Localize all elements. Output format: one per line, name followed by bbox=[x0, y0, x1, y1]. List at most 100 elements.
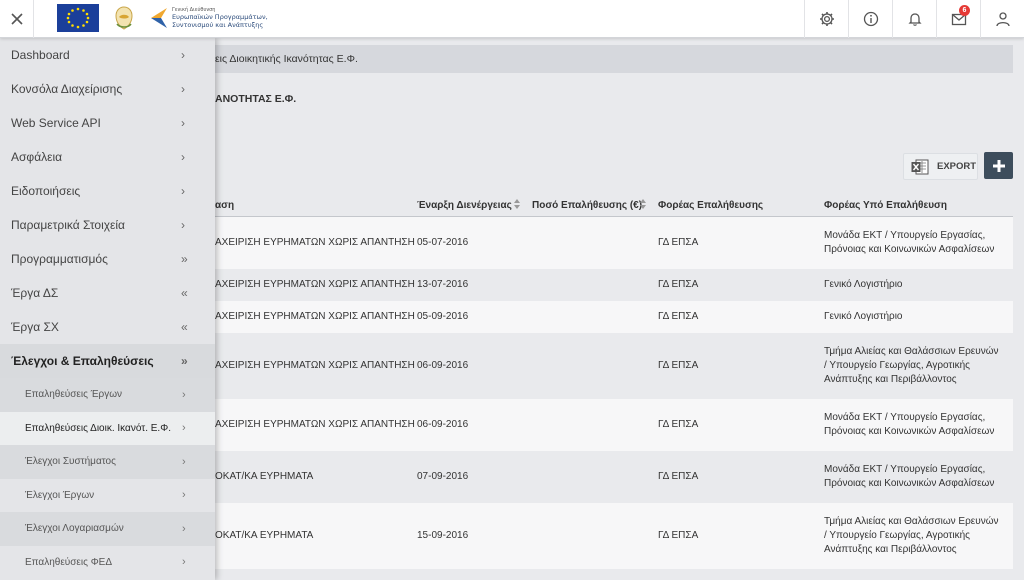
column-header-status[interactable]: αση bbox=[215, 200, 234, 211]
column-header-verifier[interactable]: Φορέας Επαλήθευσης bbox=[658, 200, 763, 211]
sidebar-item[interactable]: Προγραμματισμός » bbox=[0, 242, 215, 276]
export-button[interactable]: EXPORT bbox=[903, 153, 978, 180]
info-button[interactable] bbox=[848, 0, 892, 38]
table-header: αση Έναρξη Διενέργειας Ποσό Επαλήθευσης … bbox=[200, 193, 1013, 217]
sidebar-subitem-label: Επαληθεύσεις ΦΕΔ bbox=[25, 556, 113, 568]
cell-status: ΑΧΕΙΡΙΣΗ ΕΥΡΗΜΑΤΩΝ ΧΩΡΙΣ ΑΠΑΝΤΗΣΗ bbox=[215, 237, 415, 248]
sidebar-item-label: Έλεγχοι & Επαληθεύσεις bbox=[11, 354, 154, 368]
table-row[interactable]: ΑΧΕΙΡΙΣΗ ΕΥΡΗΜΑΤΩΝ ΧΩΡΙΣ ΑΠΑΝΤΗΣΗ 05-09-2… bbox=[200, 301, 1013, 333]
sidebar-subitem-label: Επαληθεύσεις Διοικ. Ικανότ. Ε.Φ. bbox=[25, 422, 171, 434]
sidebar-item-label: Έργα ΣΧ bbox=[11, 320, 59, 334]
sidebar-item[interactable]: Ασφάλεια › bbox=[0, 140, 215, 174]
sidebar-item[interactable]: Έλεγχοι & Επαληθεύσεις » bbox=[0, 344, 215, 378]
cell-verified-body: Μονάδα ΕΚΤ / Υπουργείο Εργασίας, Πρόνοια… bbox=[824, 464, 995, 489]
cell-verifier: ΓΔ ΕΠΣΑ bbox=[658, 311, 699, 322]
cell-status: ΑΧΕΙΡΙΣΗ ΕΥΡΗΜΑΤΩΝ ΧΩΡΙΣ ΑΠΑΝΤΗΣΗ bbox=[215, 279, 415, 290]
cell-verifier: ΓΔ ΕΠΣΑ bbox=[658, 237, 699, 248]
bell-icon bbox=[907, 13, 922, 26]
cell-start-date: 06-09-2016 bbox=[417, 360, 469, 371]
table-row[interactable]: ΟΚΑΤ/ΚΑ ΕΥΡΗΜΑΤΑ 15-09-2016 ΓΔ ΕΠΣΑ Τμήμα Α… bbox=[200, 503, 1013, 569]
chevron-right-icon: › bbox=[182, 556, 186, 569]
cell-verifier: ΓΔ ΕΠΣΑ bbox=[658, 360, 699, 371]
sidebar-subitem[interactable]: Έλεγχοι Έργων › bbox=[0, 479, 215, 513]
chevron-right-icon: › bbox=[182, 388, 186, 401]
table-body: ΑΧΕΙΡΙΣΗ ΕΥΡΗΜΑΤΩΝ ΧΩΡΙΣ ΑΠΑΝΤΗΣΗ 05-07-2… bbox=[200, 217, 1013, 569]
cell-start-date: 05-07-2016 bbox=[417, 237, 469, 248]
cell-verified-body: Μονάδα ΕΚΤ / Υπουργείο Εργασίας, Πρόνοια… bbox=[824, 412, 995, 437]
sidebar-item[interactable]: Dashboard › bbox=[0, 38, 215, 72]
sidebar-subitem-label: Έλεγχοι Έργων bbox=[25, 489, 95, 501]
user-icon bbox=[995, 12, 1010, 27]
plus-icon bbox=[992, 159, 1005, 172]
sidebar-item-label: Έργα ΔΣ bbox=[11, 286, 59, 300]
excel-icon bbox=[911, 159, 929, 174]
cell-start-date: 07-09-2016 bbox=[417, 471, 469, 482]
sidebar-menu: Dashboard › Κονσόλα Διαχείρισης › Web Servic… bbox=[0, 38, 215, 580]
cell-verified-body: Μονάδα ΕΚΤ / Υπουργείο Εργασίας, Πρόνοια… bbox=[824, 230, 995, 255]
sort-icon[interactable] bbox=[640, 199, 646, 209]
column-header-start-date[interactable]: Έναρξη Διενέργειας bbox=[417, 200, 512, 211]
cell-status: ΟΚΑΤ/ΚΑ ΕΥΡΗΜΑΤΑ bbox=[215, 530, 314, 541]
chevron-icon: « bbox=[181, 320, 188, 334]
chevron-icon: › bbox=[181, 116, 185, 130]
cell-status: ΑΧΕΙΡΙΣΗ ΕΥΡΗΜΑΤΩΝ ΧΩΡΙΣ ΑΠΑΝΤΗΣΗ bbox=[215, 419, 415, 430]
breadcrumb: εις Διοικητικής Ικανότητας Ε.Φ. bbox=[200, 45, 1013, 73]
logos: Γενική Διεύθυνση Ευρωπαϊκών Προγραμμάτων… bbox=[57, 3, 268, 33]
cell-verified-body: Γενικό Λογιστήριο bbox=[824, 311, 903, 322]
chevron-right-icon: › bbox=[182, 489, 186, 502]
cell-status: ΟΚΑΤ/ΚΑ ΕΥΡΗΜΑΤΑ bbox=[215, 471, 314, 482]
table-row[interactable]: ΟΚΑΤ/ΚΑ ΕΥΡΗΜΑΤΑ 07-09-2016 ΓΔ ΕΠΣΑ Μονάδα … bbox=[200, 451, 1013, 503]
chevron-icon: » bbox=[181, 252, 188, 266]
sidebar-subitem-label: Έλεγχοι Συστήματος bbox=[25, 456, 116, 468]
close-menu-button[interactable] bbox=[0, 0, 34, 38]
user-profile-button[interactable] bbox=[980, 0, 1024, 38]
sidebar-subitem[interactable]: Επαληθεύσεις Διοικ. Ικανότ. Ε.Φ. › bbox=[0, 411, 215, 445]
column-header-amount[interactable]: Ποσό Επαλήθευσης (€) bbox=[532, 200, 642, 211]
chevron-icon: › bbox=[181, 82, 185, 96]
sidebar-item-label: Dashboard bbox=[11, 48, 70, 62]
column-header-verified-body[interactable]: Φορέας Υπό Επαλήθευση bbox=[824, 200, 947, 211]
sidebar-item[interactable]: Web Service API › bbox=[0, 106, 215, 140]
verifications-table: αση Έναρξη Διενέργειας Ποσό Επαλήθευσης … bbox=[200, 193, 1013, 569]
settings-button[interactable] bbox=[804, 0, 848, 38]
chevron-icon: › bbox=[181, 150, 185, 164]
sidebar-item[interactable]: Έργα ΣΧ « bbox=[0, 310, 215, 344]
cell-verified-body: Γενικό Λογιστήριο bbox=[824, 279, 903, 290]
sidebar-item[interactable]: Παραμετρικά Στοιχεία › bbox=[0, 208, 215, 242]
chevron-right-icon: › bbox=[182, 455, 186, 468]
cell-verifier: ΓΔ ΕΠΣΑ bbox=[658, 530, 699, 541]
sidebar-subitem-label: Επαληθεύσεις Έργων bbox=[25, 389, 123, 401]
info-icon bbox=[863, 11, 878, 27]
add-button[interactable] bbox=[984, 152, 1013, 179]
cell-verified-body: Τμήμα Αλιείας και Θαλάσσιων Ερευνών / Υπ… bbox=[824, 346, 999, 385]
chevron-right-icon: › bbox=[182, 522, 186, 535]
sidebar-item[interactable]: Κονσόλα Διαχείρισης › bbox=[0, 72, 215, 106]
notifications-button[interactable] bbox=[892, 0, 936, 38]
header-actions: 6 bbox=[804, 0, 1024, 38]
sidebar-subitem[interactable]: Επαληθεύσεις Έργων › bbox=[0, 378, 215, 412]
messages-button[interactable]: 6 bbox=[936, 0, 980, 38]
table-row[interactable]: ΑΧΕΙΡΙΣΗ ΕΥΡΗΜΑΤΩΝ ΧΩΡΙΣ ΑΠΑΝΤΗΣΗ 06-09-2… bbox=[200, 333, 1013, 399]
sidebar-subitem[interactable]: Επαληθεύσεις ΦΕΔ › bbox=[0, 546, 215, 580]
table-row[interactable]: ΑΧΕΙΡΙΣΗ ΕΥΡΗΜΑΤΩΝ ΧΩΡΙΣ ΑΠΑΝΤΗΣΗ 13-07-2… bbox=[200, 269, 1013, 301]
sidebar-item-label: Ασφάλεια bbox=[11, 150, 63, 164]
cell-start-date: 05-09-2016 bbox=[417, 311, 469, 322]
table-row[interactable]: ΑΧΕΙΡΙΣΗ ΕΥΡΗΜΑΤΩΝ ΧΩΡΙΣ ΑΠΑΝΤΗΣΗ 05-07-2… bbox=[200, 217, 1013, 269]
espa-logo-line: Συντονισμού και Ανάπτυξης bbox=[172, 20, 264, 29]
chevron-icon: » bbox=[181, 354, 188, 368]
sidebar-subitem[interactable]: Έλεγχοι Συστήματος › bbox=[0, 445, 215, 479]
gear-icon bbox=[819, 12, 834, 26]
chevron-icon: « bbox=[181, 286, 188, 300]
sidebar-item[interactable]: Έργα ΔΣ « bbox=[0, 276, 215, 310]
eu-flag-logo bbox=[57, 4, 99, 32]
notification-count-badge: 6 bbox=[959, 5, 970, 16]
sort-icon[interactable] bbox=[514, 199, 520, 209]
top-header: Γενική Διεύθυνση Ευρωπαϊκών Προγραμμάτων… bbox=[0, 0, 1024, 38]
close-icon bbox=[10, 13, 23, 25]
sidebar-subitem[interactable]: Έλεγχοι Λογαριασμών › bbox=[0, 512, 215, 546]
cell-start-date: 06-09-2016 bbox=[417, 419, 469, 430]
espa-logo: Γενική Διεύθυνση Ευρωπαϊκών Προγραμμάτων… bbox=[149, 6, 268, 30]
sidebar-item-label: Ειδοποιήσεις bbox=[11, 184, 81, 198]
table-row[interactable]: ΑΧΕΙΡΙΣΗ ΕΥΡΗΜΑΤΩΝ ΧΩΡΙΣ ΑΠΑΝΤΗΣΗ 06-09-2… bbox=[200, 399, 1013, 451]
sidebar-item[interactable]: Ειδοποιήσεις › bbox=[0, 174, 215, 208]
